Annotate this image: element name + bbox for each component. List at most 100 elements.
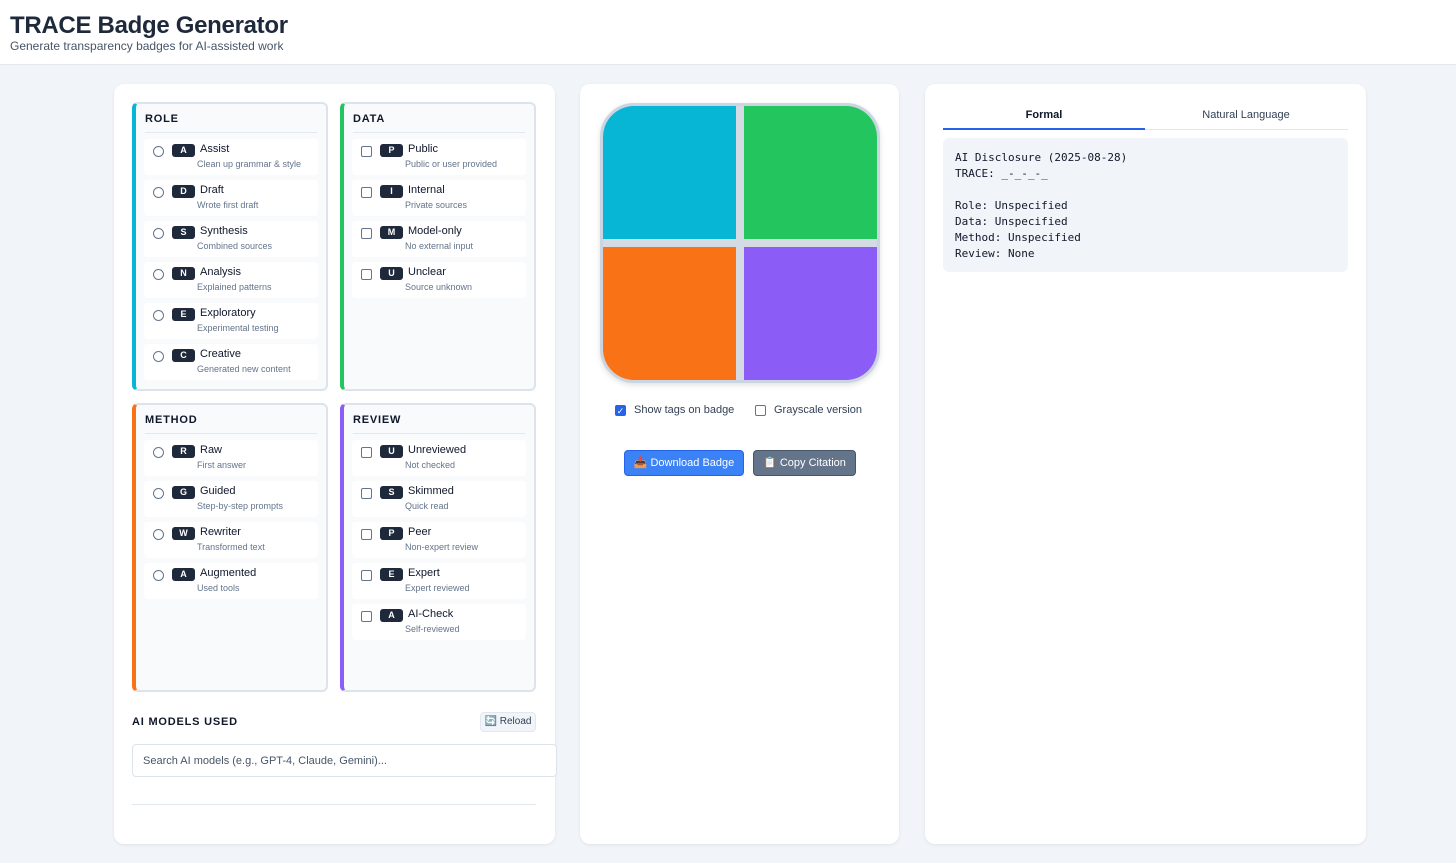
- option-description: Expert reviewed: [405, 583, 470, 593]
- data-category: DATA P Public Public or user provided I Inte…: [340, 102, 536, 391]
- reload-button[interactable]: 🔄 Reload: [480, 712, 536, 732]
- option-key-badge: M: [380, 226, 403, 239]
- option-description: Explained patterns: [197, 282, 272, 292]
- copy-citation-button[interactable]: 📋 Copy Citation: [753, 450, 856, 476]
- tab-natural-language[interactable]: Natural Language: [1145, 104, 1347, 130]
- data-option-unclear[interactable]: U Unclear Source unknown: [352, 262, 526, 298]
- role-option-exploratory[interactable]: E Exploratory Experimental testing: [144, 303, 318, 339]
- tab-formal[interactable]: Formal: [943, 104, 1145, 130]
- method-category: METHOD R Raw First answer G Guided Step-by-st…: [132, 403, 328, 692]
- option-description: Self-reviewed: [405, 624, 460, 634]
- radio-button[interactable]: [153, 351, 164, 362]
- checkbox[interactable]: [361, 228, 372, 239]
- page-title: TRACE Badge Generator: [10, 12, 288, 39]
- grayscale-label: Grayscale version: [774, 404, 863, 416]
- radio-button[interactable]: [153, 310, 164, 321]
- citation-line: Data: Unspecified: [955, 215, 1068, 228]
- option-key-badge: A: [172, 568, 195, 581]
- data-option-public[interactable]: P Public Public or user provided: [352, 139, 526, 175]
- checkbox[interactable]: [361, 269, 372, 280]
- data-option-internal[interactable]: I Internal Private sources: [352, 180, 526, 216]
- review-option-unreviewed[interactable]: U Unreviewed Not checked: [352, 440, 526, 476]
- method-option-guided[interactable]: G Guided Step-by-step prompts: [144, 481, 318, 517]
- option-description: Transformed text: [197, 542, 265, 552]
- option-key-badge: I: [380, 185, 403, 198]
- download-badge-button[interactable]: 📥 Download Badge: [624, 450, 744, 476]
- checkbox[interactable]: [361, 611, 372, 622]
- role-category: ROLE A Assist Clean up grammar & style D Dra…: [132, 102, 328, 391]
- role-option-analysis[interactable]: N Analysis Explained patterns: [144, 262, 318, 298]
- review-option-expert[interactable]: E Expert Expert reviewed: [352, 563, 526, 599]
- review-option-peer[interactable]: P Peer Non-expert review: [352, 522, 526, 558]
- show-tags-checkbox[interactable]: ✓: [615, 405, 626, 416]
- show-tags-label: Show tags on badge: [634, 404, 735, 416]
- radio-button[interactable]: [153, 488, 164, 499]
- ai-models-title: AI MODELS USED: [132, 716, 238, 728]
- radio-button[interactable]: [153, 447, 164, 458]
- role-option-draft[interactable]: D Draft Wrote first draft: [144, 180, 318, 216]
- method-option-rewriter[interactable]: W Rewriter Transformed text: [144, 522, 318, 558]
- data-option-model-only[interactable]: M Model-only No external input: [352, 221, 526, 257]
- grayscale-checkbox[interactable]: [755, 405, 766, 416]
- review-option-ai-check[interactable]: A AI-Check Self-reviewed: [352, 604, 526, 640]
- role-option-synthesis[interactable]: S Synthesis Combined sources: [144, 221, 318, 257]
- citation-line: AI Disclosure (2025-08-28): [955, 151, 1128, 164]
- option-description: First answer: [197, 460, 247, 470]
- option-label: Model-only: [408, 225, 462, 237]
- option-label: Internal: [408, 184, 445, 196]
- radio-button[interactable]: [153, 269, 164, 280]
- option-description: Used tools: [197, 583, 240, 593]
- role-option-creative[interactable]: C Creative Generated new content: [144, 344, 318, 380]
- method-option-raw[interactable]: R Raw First answer: [144, 440, 318, 476]
- option-label: Raw: [200, 444, 223, 456]
- option-description: Experimental testing: [197, 323, 279, 333]
- option-key-badge: D: [172, 185, 195, 198]
- option-label: Peer: [408, 526, 432, 538]
- review-quadrant: [744, 247, 877, 380]
- citation-text: AI Disclosure (2025-08-28) TRACE: _-_-_-_…: [943, 138, 1348, 272]
- checkbox[interactable]: [361, 529, 372, 540]
- citation-tabs: Formal Natural Language: [943, 104, 1348, 130]
- option-label: Creative: [200, 348, 241, 360]
- radio-button[interactable]: [153, 228, 164, 239]
- option-key-badge: N: [172, 267, 195, 280]
- option-description: Wrote first draft: [197, 200, 259, 210]
- checkbox[interactable]: [361, 187, 372, 198]
- option-description: Public or user provided: [405, 159, 498, 169]
- ai-model-search-input[interactable]: [132, 744, 557, 777]
- option-key-badge: P: [380, 527, 403, 540]
- option-description: Clean up grammar & style: [197, 159, 302, 169]
- option-description: Non-expert review: [405, 542, 479, 552]
- radio-button[interactable]: [153, 187, 164, 198]
- option-key-badge: A: [172, 144, 195, 157]
- review-option-skimmed[interactable]: S Skimmed Quick read: [352, 481, 526, 517]
- radio-button[interactable]: [153, 570, 164, 581]
- option-key-badge: U: [380, 445, 403, 458]
- option-key-badge: G: [172, 486, 195, 499]
- option-key-badge: U: [380, 267, 403, 280]
- checkbox[interactable]: [361, 488, 372, 499]
- method-option-augmented[interactable]: A Augmented Used tools: [144, 563, 318, 599]
- option-label: Guided: [200, 485, 236, 497]
- divider: [132, 804, 536, 805]
- checkbox[interactable]: [361, 570, 372, 581]
- role-option-assist[interactable]: A Assist Clean up grammar & style: [144, 139, 318, 175]
- option-label: Assist: [200, 143, 230, 155]
- citation-line: Method: Unspecified: [955, 231, 1081, 244]
- citation-panel: Formal Natural Language AI Disclosure (2…: [925, 84, 1366, 844]
- checkbox[interactable]: [361, 146, 372, 157]
- page-subtitle: Generate transparency badges for AI-assi…: [10, 39, 284, 53]
- option-label: Expert: [408, 567, 440, 579]
- option-description: Not checked: [405, 460, 456, 470]
- role-title: ROLE: [145, 113, 317, 133]
- option-label: Synthesis: [200, 225, 248, 237]
- option-description: Private sources: [405, 200, 468, 210]
- option-key-badge: C: [172, 349, 195, 362]
- option-description: Combined sources: [197, 241, 273, 251]
- option-description: No external input: [405, 241, 474, 251]
- radio-button[interactable]: [153, 529, 164, 540]
- option-description: Step-by-step prompts: [197, 501, 284, 511]
- radio-button[interactable]: [153, 146, 164, 157]
- option-description: Source unknown: [405, 282, 473, 292]
- checkbox[interactable]: [361, 447, 372, 458]
